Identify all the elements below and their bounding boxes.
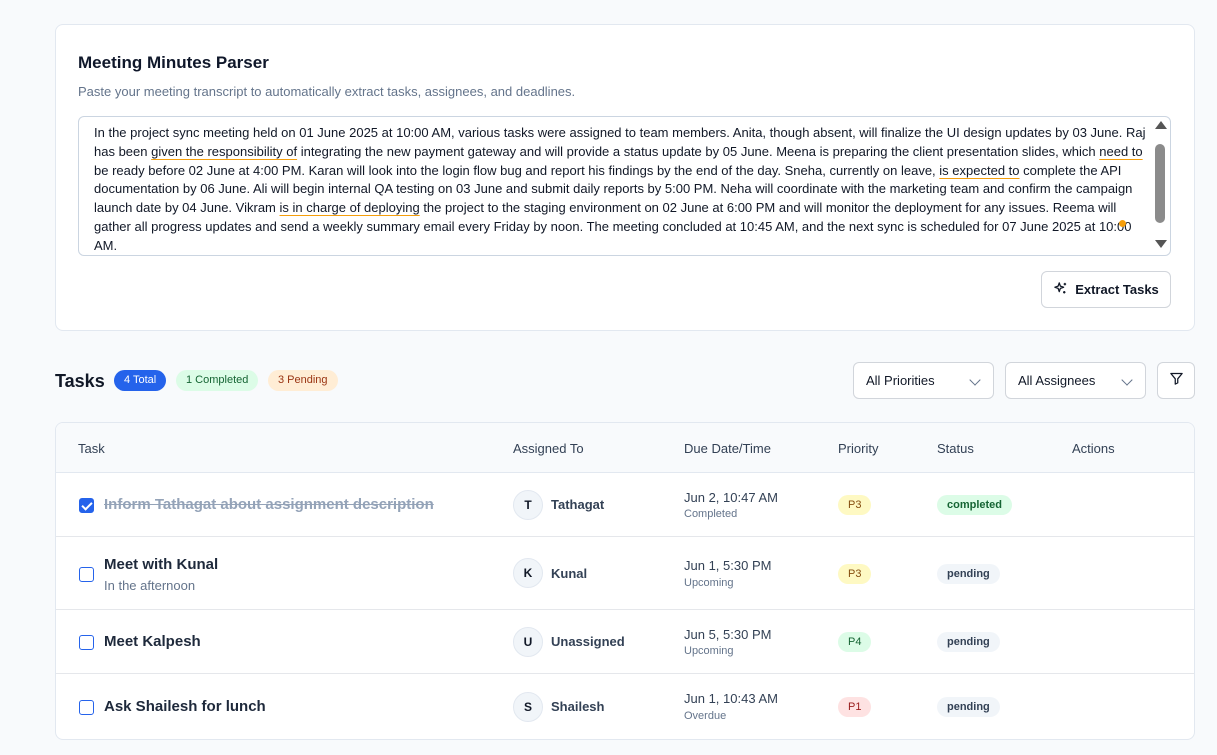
assignee-filter-select[interactable]: All Assignees [1005,362,1146,399]
due-date: Jun 1, 5:30 PM [684,558,772,573]
scroll-up-arrow-icon[interactable] [1155,121,1167,129]
task-title: Ask Shailesh for lunch [104,698,266,715]
grammar-highlight[interactable]: need to [1099,144,1142,159]
table-row: Meet Kalpesh U Unassigned Jun 5, 5:30 PM… [56,610,1194,674]
transcript-text[interactable]: In the project sync meeting held on 01 J… [94,124,1146,255]
total-badge: 4 Total [114,370,167,391]
task-checkbox[interactable] [79,567,94,582]
priority-badge: P1 [838,697,872,717]
assignee-name: Shailesh [551,699,605,714]
avatar: U [513,627,543,657]
column-header-priority: Priority [838,441,879,456]
priority-filter-value: All Priorities [866,373,935,388]
task-checkbox[interactable] [79,498,94,513]
due-date: Jun 2, 10:47 AM [684,490,778,505]
priority-badge: P4 [838,632,872,652]
table-row: Inform Tathagat about assignment descrip… [56,473,1194,537]
chevron-down-icon [1121,374,1133,386]
column-header-task: Task [78,441,105,456]
scroll-down-arrow-icon[interactable] [1155,240,1167,248]
tasks-title: Tasks [55,371,105,391]
assignee-name: Kunal [551,566,588,581]
due-status: Overdue [684,710,727,722]
transcript-segment: integrating the new payment gateway and … [297,143,1100,159]
column-header-status: Status [937,441,974,456]
task-checkbox[interactable] [79,700,94,715]
filter-button[interactable] [1157,362,1195,399]
status-badge: pending [937,697,1000,717]
table-header: Task Assigned To Due Date/Time Priority … [56,423,1194,473]
tasks-table: Task Assigned To Due Date/Time Priority … [55,422,1195,740]
pending-badge: 3 Pending [268,370,338,391]
status-badge: pending [937,564,1000,584]
grammar-highlight[interactable]: is expected to [939,163,1019,178]
grammar-highlight[interactable]: is in charge of deploying [280,200,420,215]
status-badge: completed [937,495,1013,515]
grammar-indicator-dot[interactable] [1119,220,1126,227]
scrollbar-thumb[interactable] [1155,144,1165,223]
parser-title: Meeting Minutes Parser [78,53,269,72]
extract-tasks-button[interactable]: Extract Tasks [1041,271,1171,308]
task-checkbox[interactable] [79,635,94,650]
due-date: Jun 5, 5:30 PM [684,627,772,642]
priority-filter-select[interactable]: All Priorities [853,362,994,399]
table-row: Meet with Kunal In the afternoon K Kunal… [56,537,1194,610]
priority-badge: P3 [838,495,872,515]
parser-subtitle: Paste your meeting transcript to automat… [78,84,576,99]
assignee-filter-value: All Assignees [1018,373,1096,388]
column-header-actions: Actions [1072,441,1115,456]
grammar-highlight[interactable]: given the responsibility of [151,144,297,159]
transcript-textarea[interactable]: In the project sync meeting held on 01 J… [78,116,1171,256]
due-date: Jun 1, 10:43 AM [684,691,778,706]
chevron-down-icon [969,374,981,386]
due-status: Completed [684,508,738,520]
assignee-name: Tathagat [551,497,605,512]
extract-tasks-label: Extract Tasks [1075,282,1159,297]
avatar: T [513,490,543,520]
table-row: Ask Shailesh for lunch S Shailesh Jun 1,… [56,674,1194,739]
task-title: Inform Tathagat about assignment descrip… [104,496,434,513]
column-header-assigned-to: Assigned To [513,441,584,456]
completed-badge: 1 Completed [176,370,259,391]
due-status: Upcoming [684,577,734,589]
transcript-segment: be ready before 02 June at 4:00 PM. Kara… [94,162,940,178]
avatar: S [513,692,543,722]
column-header-due-date: Due Date/Time [684,441,771,456]
filter-icon [1169,371,1184,391]
priority-badge: P3 [838,564,872,584]
due-status: Upcoming [684,645,734,657]
parser-card: Meeting Minutes Parser Paste your meetin… [55,24,1195,331]
sparkles-icon [1053,281,1068,299]
task-title: Meet with Kunal [104,556,219,573]
status-badge: pending [937,632,1000,652]
task-title: Meet Kalpesh [104,633,201,650]
avatar: K [513,558,543,588]
assignee-name: Unassigned [551,634,625,649]
task-description: In the afternoon [104,578,196,593]
